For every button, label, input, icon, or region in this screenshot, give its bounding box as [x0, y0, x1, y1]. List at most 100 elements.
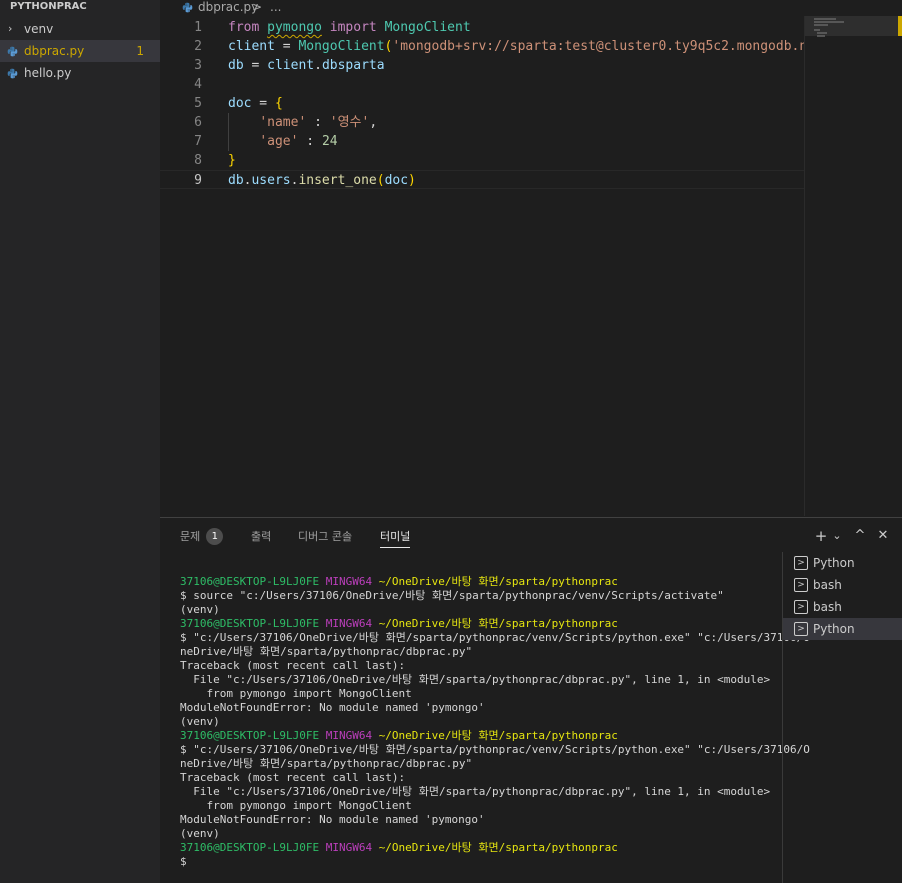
- code-line[interactable]: 2 client = MongoClient('mongodb+srv://spa…: [160, 37, 815, 56]
- tree-item-dbprac[interactable]: dbprac.py 1: [0, 40, 160, 62]
- tab-label: 출력: [251, 530, 272, 543]
- tab-output[interactable]: 출력: [251, 528, 271, 548]
- code-text: 'name' : '영수',: [259, 115, 378, 130]
- problem-count-badge: 1: [136, 44, 144, 58]
- line-number: 1: [194, 20, 202, 35]
- terminal-list-label: Python: [813, 622, 855, 636]
- minimap-line: [817, 35, 825, 37]
- tree-item-hello[interactable]: hello.py: [0, 62, 160, 84]
- indent-guide: [228, 113, 229, 151]
- line-number: 3: [194, 58, 202, 73]
- breadcrumb-separator: >: [252, 0, 263, 14]
- tree-item-label: venv: [24, 22, 54, 36]
- terminal-line: $: [180, 855, 187, 868]
- terminal-line: (venv): [180, 603, 220, 616]
- code-line[interactable]: 8}: [160, 151, 804, 170]
- terminal-list-label: Python: [813, 556, 855, 570]
- terminal-output[interactable]: 37106@DESKTOP-L9LJ0FE MINGW64 ~/OneDrive…: [180, 575, 810, 880]
- code-text: client = MongoClient('mongodb+srv://spar…: [228, 39, 816, 54]
- terminal-list-item[interactable]: > Python: [783, 552, 902, 574]
- breadcrumb-symbols[interactable]: ...: [270, 0, 281, 14]
- warning-overview-marker: [898, 16, 902, 36]
- code-line[interactable]: 7 'age' : 24: [160, 132, 804, 151]
- terminal-line: from pymongo import MongoClient: [180, 799, 412, 812]
- tree-item-label: hello.py: [24, 66, 72, 80]
- explorer-section-title[interactable]: PYTHONPRAC: [10, 0, 87, 14]
- code-line[interactable]: 3 db = client.dbsparta: [160, 56, 804, 75]
- code-line[interactable]: 4: [160, 75, 804, 94]
- terminal-line: File "c:/Users/37106/OneDrive/바탕 화면/spar…: [180, 785, 771, 798]
- minimap[interactable]: [804, 16, 902, 516]
- python-file-icon: [7, 68, 18, 79]
- minimap-line: [817, 32, 827, 34]
- breadcrumb-file[interactable]: dbprac.py: [198, 0, 258, 14]
- python-file-icon: [7, 46, 18, 57]
- terminal-list-label: bash: [813, 600, 842, 614]
- code-editor[interactable]: 1 from pymongo import MongoClient 2 client …: [160, 16, 815, 516]
- terminal-line: from pymongo import MongoClient: [180, 687, 412, 700]
- tree-item-label: dbprac.py: [24, 44, 85, 58]
- terminal-line: neDrive/바탕 화면/sparta/pythonprac/dbprac.p…: [180, 757, 473, 770]
- terminal-line: (venv): [180, 827, 220, 840]
- terminal-line: $ source "c:/Users/37106/OneDrive/바탕 화면/…: [180, 589, 724, 602]
- code-text: doc = {: [228, 96, 283, 111]
- terminal-icon: >: [794, 556, 808, 570]
- tab-debug-console[interactable]: 디버그 콘솔: [298, 528, 352, 548]
- tab-problems[interactable]: 문제 1: [180, 528, 224, 548]
- code-line[interactable]: 9 db.users.insert_one(doc): [160, 170, 804, 189]
- terminal-line: neDrive/바탕 화면/sparta/pythonprac/dbprac.p…: [180, 645, 473, 658]
- code-text: }: [228, 153, 236, 168]
- terminal-list-item[interactable]: > bash: [783, 596, 902, 618]
- maximize-panel-button[interactable]: ^: [851, 526, 869, 546]
- terminal-dropdown-button[interactable]: ⌄: [828, 526, 846, 546]
- minimap-line: [814, 24, 828, 26]
- bottom-panel: 문제 1 출력 디버그 콘솔 터미널 + ⌄ ^ ✕ 37106@DESKTOP-…: [160, 517, 902, 883]
- terminal-line: Traceback (most recent call last):: [180, 659, 406, 672]
- code-text: db.users.insert_one(doc): [228, 173, 416, 188]
- tab-label: 문제: [180, 530, 201, 543]
- tab-terminal[interactable]: 터미널: [380, 528, 411, 548]
- terminal-line: 37106@DESKTOP-L9LJ0FE MINGW64 ~/OneDrive…: [180, 575, 618, 588]
- tree-item-venv[interactable]: › venv: [0, 18, 160, 40]
- chevron-right-icon: ›: [8, 22, 13, 35]
- terminal-line: ModuleNotFoundError: No module named 'py…: [180, 701, 485, 714]
- code-text: from pymongo import MongoClient: [228, 20, 471, 35]
- terminal-icon: >: [794, 622, 808, 636]
- code-line[interactable]: 5 doc = {: [160, 94, 804, 113]
- terminal-list: > Python > bash > bash > Python: [782, 552, 902, 883]
- explorer-sidebar: PYTHONPRAC › venv dbprac.py 1 hello.py: [0, 0, 160, 883]
- minimap-line: [814, 21, 844, 23]
- terminal-line: File "c:/Users/37106/OneDrive/바탕 화면/spar…: [180, 673, 771, 686]
- breadcrumb: dbprac.py > ...: [160, 0, 902, 16]
- terminal-line: 37106@DESKTOP-L9LJ0FE MINGW64 ~/OneDrive…: [180, 617, 618, 630]
- terminal-line: (venv): [180, 715, 220, 728]
- minimap-line: [814, 29, 820, 31]
- close-panel-button[interactable]: ✕: [874, 526, 892, 546]
- terminal-list-label: bash: [813, 578, 842, 592]
- python-file-icon: [182, 2, 193, 13]
- code-text: db = client.dbsparta: [228, 58, 385, 73]
- tab-label: 디버그 콘솔: [298, 530, 353, 543]
- code-line[interactable]: 6 'name' : '영수',: [160, 113, 804, 132]
- terminal-line: $ "c:/Users/37106/OneDrive/바탕 화면/sparta/…: [180, 743, 810, 756]
- code-line[interactable]: 1 from pymongo import MongoClient: [160, 18, 804, 37]
- terminal-list-item[interactable]: > Python: [783, 618, 902, 640]
- line-number: 6: [194, 115, 202, 130]
- tab-label: 터미널: [380, 530, 411, 543]
- line-number: 7: [194, 134, 202, 149]
- terminal-icon: >: [794, 578, 808, 592]
- line-number: 5: [194, 96, 202, 111]
- line-number: 9: [194, 173, 202, 188]
- terminal-line: 37106@DESKTOP-L9LJ0FE MINGW64 ~/OneDrive…: [180, 729, 618, 742]
- terminal-line: $ "c:/Users/37106/OneDrive/바탕 화면/sparta/…: [180, 631, 810, 644]
- terminal-line: Traceback (most recent call last):: [180, 771, 406, 784]
- terminal-icon: >: [794, 600, 808, 614]
- terminal-line: 37106@DESKTOP-L9LJ0FE MINGW64 ~/OneDrive…: [180, 841, 618, 854]
- terminal-list-item[interactable]: > bash: [783, 574, 902, 596]
- minimap-line: [814, 18, 836, 20]
- line-number: 8: [194, 153, 202, 168]
- line-number: 2: [194, 39, 202, 54]
- terminal-line: ModuleNotFoundError: No module named 'py…: [180, 813, 485, 826]
- line-number: 4: [194, 77, 202, 92]
- problems-badge: 1: [206, 528, 224, 545]
